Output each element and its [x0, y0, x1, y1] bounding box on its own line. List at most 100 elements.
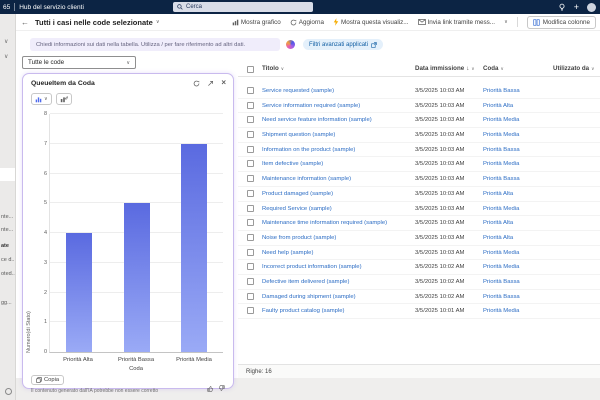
case-title-link[interactable]: Damaged during shipment (sample)	[262, 294, 356, 300]
more-commands-chevron-icon[interactable]: ∨	[504, 19, 508, 25]
row-checkbox[interactable]	[247, 175, 254, 183]
case-queue-link[interactable]: Priorità Alta	[483, 191, 513, 197]
case-queue-link[interactable]: Priorità Bassa	[483, 279, 520, 285]
add-icon[interactable]: +	[574, 2, 579, 12]
case-title-link[interactable]: Maintenance information (sample)	[262, 176, 351, 182]
sitemap-chevron-down-icon[interactable]: ∨	[4, 38, 8, 45]
sitemap-selected-item[interactable]	[0, 168, 15, 181]
case-title-link[interactable]: Product damaged (sample)	[262, 191, 333, 197]
case-queue-link[interactable]: Priorità Media	[483, 132, 519, 138]
show-this-view-command[interactable]: Mostra questa visualiz...	[333, 18, 409, 26]
account-avatar[interactable]	[587, 2, 596, 12]
case-queue-link[interactable]: Priorità Media	[483, 117, 519, 123]
sitemap-item[interactable]: gg...	[1, 300, 15, 306]
row-checkbox[interactable]	[247, 248, 254, 256]
column-header-data-immissione[interactable]: Data immissione ↓ ∨	[415, 65, 474, 72]
show-chart-command[interactable]: Mostra grafico	[232, 19, 281, 26]
row-checkbox[interactable]	[247, 277, 254, 285]
sitemap-item[interactable]: oted...	[1, 271, 15, 277]
case-title-link[interactable]: Information on the product (sample)	[262, 147, 355, 153]
view-selector[interactable]: Tutti i casi nelle code selezionate	[35, 18, 153, 27]
column-header-utilizzato-da[interactable]: Utilizzato da ∨	[553, 65, 594, 72]
edit-columns-button[interactable]: Modifica colonne	[526, 15, 596, 29]
table-row[interactable]: Need help (sample) 3/5/2025 10:03 AM Prior…	[238, 246, 600, 261]
row-checkbox[interactable]	[247, 263, 254, 271]
table-row[interactable]: Product damaged (sample) 3/5/2025 10:03 A…	[238, 187, 600, 202]
chart-bar[interactable]	[123, 203, 150, 352]
select-all-checkbox[interactable]	[247, 66, 254, 73]
row-checkbox[interactable]	[247, 292, 254, 300]
email-link-command[interactable]: Invia link tramite mess...	[417, 19, 495, 26]
view-chevron-down-icon[interactable]: ∨	[156, 19, 160, 25]
chart-bar[interactable]	[65, 233, 92, 352]
case-title-link[interactable]: Defective item delivered (sample)	[262, 279, 349, 285]
global-search-input[interactable]: Cerca	[173, 2, 313, 12]
case-queue-link[interactable]: Priorità Bassa	[483, 88, 520, 94]
row-checkbox[interactable]	[247, 204, 254, 212]
copilot-icon[interactable]	[286, 40, 295, 49]
sitemap-item[interactable]: ce d...	[1, 257, 15, 263]
refresh-command[interactable]: Aggiorna	[290, 19, 324, 26]
case-title-link[interactable]: Service information required (sample)	[262, 103, 360, 109]
sitemap-chevron-down-icon[interactable]: ∨	[4, 53, 8, 60]
case-title-link[interactable]: Item defective (sample)	[262, 161, 323, 167]
lightbulb-icon[interactable]	[558, 3, 566, 11]
table-row[interactable]: Damaged during shipment (sample) 3/5/2025…	[238, 290, 600, 305]
table-row[interactable]: Information on the product (sample) 3/5/2…	[238, 143, 600, 158]
copilot-ask-input[interactable]: Chiedi informazioni sui dati nella tabel…	[30, 38, 280, 51]
table-row[interactable]: Shipment question (sample) 3/5/2025 10:03…	[238, 128, 600, 143]
sitemap-item[interactable]: ate	[1, 243, 15, 249]
case-title-link[interactable]: Maintenance time information required (s…	[262, 220, 387, 226]
chart-type-dropdown[interactable]: ∨	[31, 93, 52, 105]
close-icon[interactable]: ×	[221, 79, 226, 87]
sitemap-item[interactable]: nte...	[1, 227, 15, 233]
row-checkbox[interactable]	[247, 116, 254, 124]
advanced-filters-pill[interactable]: Filtri avanzati applicati	[303, 39, 384, 50]
table-row[interactable]: Service requested (sample) 3/5/2025 10:03…	[238, 84, 600, 99]
chart-bar[interactable]	[181, 143, 208, 352]
row-checkbox[interactable]	[247, 233, 254, 241]
table-row[interactable]: Maintenance information (sample) 3/5/2025…	[238, 172, 600, 187]
thumbs-down-icon[interactable]	[218, 385, 225, 392]
row-checkbox[interactable]	[247, 87, 254, 94]
sitemap-item[interactable]: nte...	[1, 214, 15, 220]
expand-icon[interactable]	[207, 80, 214, 87]
case-title-link[interactable]: Service requested (sample)	[262, 88, 334, 94]
row-checkbox[interactable]	[247, 101, 254, 109]
table-row[interactable]: Noise from product (sample) 3/5/2025 10:0…	[238, 231, 600, 246]
case-queue-link[interactable]: Priorità Bassa	[483, 294, 520, 300]
case-title-link[interactable]: Faulty product catalog (sample)	[262, 308, 345, 314]
case-queue-link[interactable]: Priorità Alta	[483, 235, 513, 241]
case-queue-link[interactable]: Priorità Media	[483, 161, 519, 167]
case-queue-link[interactable]: Priorità Alta	[483, 220, 513, 226]
case-queue-link[interactable]: Priorità Bassa	[483, 147, 520, 153]
case-title-link[interactable]: Shipment question (sample)	[262, 132, 335, 138]
table-row[interactable]: Item defective (sample) 3/5/2025 10:03 AM…	[238, 157, 600, 173]
case-queue-link[interactable]: Priorità Media	[483, 206, 519, 212]
row-checkbox[interactable]	[247, 160, 254, 168]
table-row[interactable]: Faulty product catalog (sample) 3/5/2025 …	[238, 304, 600, 319]
case-queue-link[interactable]: Priorità Media	[483, 308, 519, 314]
column-header-coda[interactable]: Coda ∨	[483, 65, 504, 72]
copy-button[interactable]: Copia	[31, 375, 65, 385]
app-name[interactable]: Hub del servizio clienti	[19, 4, 84, 11]
table-row[interactable]: Required Service (sample) 3/5/2025 10:03 …	[238, 202, 600, 217]
table-row[interactable]: Defective item delivered (sample) 3/5/202…	[238, 275, 600, 290]
case-queue-link[interactable]: Priorità Media	[483, 264, 519, 270]
table-row[interactable]: Service information required (sample) 3/5…	[238, 99, 600, 114]
queue-filter-dropdown[interactable]: Tutte le code ∨	[22, 56, 136, 69]
case-title-link[interactable]: Need service feature information (sample…	[262, 117, 372, 123]
help-icon[interactable]	[5, 388, 12, 395]
case-queue-link[interactable]: Priorità Alta	[483, 103, 513, 109]
table-row[interactable]: Need service feature information (sample…	[238, 113, 600, 129]
case-title-link[interactable]: Incorrect product information (sample)	[262, 264, 362, 270]
column-header-titolo[interactable]: Titolo ∨	[262, 65, 284, 72]
refresh-icon[interactable]	[193, 80, 200, 87]
case-title-link[interactable]: Required Service (sample)	[262, 206, 332, 212]
thumbs-up-icon[interactable]	[207, 385, 214, 392]
back-icon[interactable]: ←	[21, 18, 29, 27]
case-queue-link[interactable]: Priorità Bassa	[483, 176, 520, 182]
case-title-link[interactable]: Need help (sample)	[262, 250, 313, 256]
row-checkbox[interactable]	[247, 131, 254, 139]
edit-chart-button[interactable]	[55, 93, 72, 105]
